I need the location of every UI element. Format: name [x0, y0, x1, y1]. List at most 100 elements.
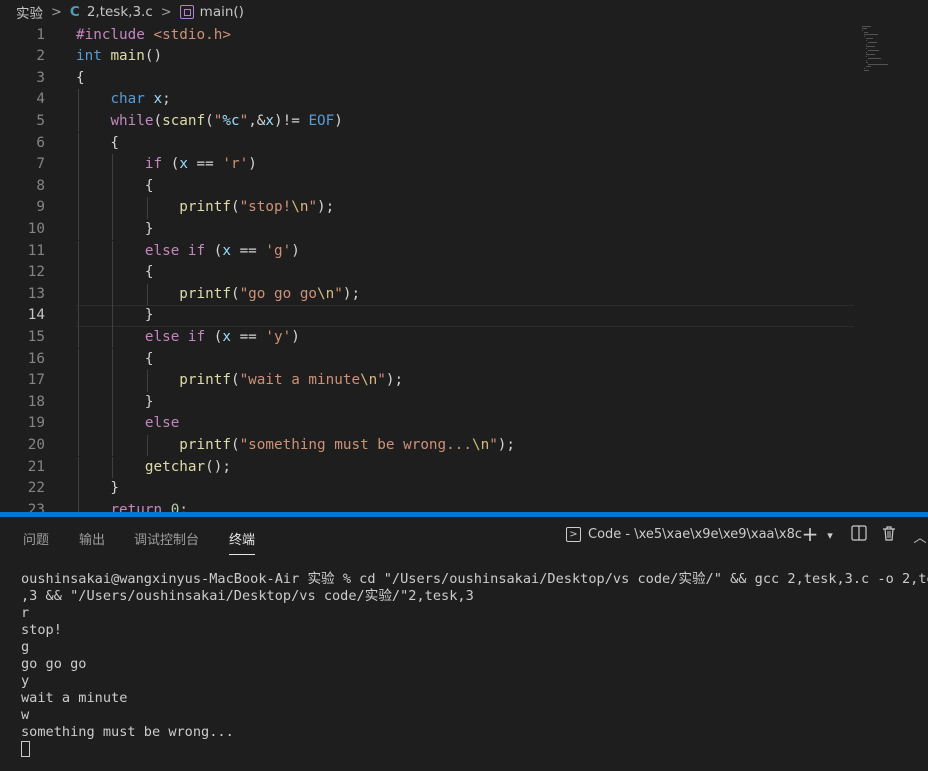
terminal-line: g	[21, 639, 30, 655]
code-editor[interactable]: 1 #include <stdio.h> 2 int main() 3{4 char x…	[0, 24, 928, 512]
code-text: {	[76, 134, 120, 151]
line-number: 21	[27, 458, 45, 475]
code-line[interactable]: 3{	[0, 68, 928, 90]
line-number: 17	[27, 372, 45, 389]
chevron-down-icon[interactable]: ▾	[820, 529, 840, 542]
plus-icon[interactable]: +	[800, 522, 820, 546]
code-line[interactable]: 14 }	[0, 305, 928, 327]
code-text: return 0;	[110, 501, 188, 512]
code-text: {	[76, 350, 154, 367]
code-line[interactable]: 20 printf("something must be wrong...\n"…	[0, 434, 928, 457]
terminal-icon: >	[566, 527, 581, 542]
panel-tabs: 问题 输出 调试控制台 终端 > Code - \xe5\xae\x9e\xe9…	[0, 517, 928, 555]
code-line[interactable]: 12 {	[0, 262, 928, 284]
code-line[interactable]: 4 char x;	[0, 89, 928, 111]
code-text: }	[76, 307, 154, 324]
code-line[interactable]: 1 #include <stdio.h>	[0, 25, 928, 47]
chevron-right-icon: >	[51, 4, 62, 20]
line-number: 20	[27, 436, 45, 453]
line-number: 2	[36, 48, 45, 65]
minimap-line	[866, 56, 867, 58]
code-text: printf("stop!\n");	[179, 199, 335, 216]
code-line[interactable]: 23 return 0;	[0, 499, 928, 512]
terminal-selector[interactable]: > Code - \xe5\xae\x9e\xe9\xaa\x8c	[566, 527, 802, 542]
minimap-line	[866, 48, 867, 50]
terminal-line: wait a minute	[21, 690, 128, 706]
line-number: 4	[36, 91, 45, 108]
code-line[interactable]: 11 else if (x == 'g')	[0, 240, 928, 263]
code-line[interactable]: 6 {	[0, 132, 928, 155]
code-text: else if (x == 'g')	[144, 242, 300, 259]
terminal-line: ,3 && "/Users/oushinsakai/Desktop/vs cod…	[21, 588, 474, 604]
line-number: 18	[27, 393, 45, 410]
code-text: getchar();	[144, 458, 231, 475]
minimap-line	[864, 34, 878, 36]
minimap-line	[866, 40, 867, 42]
code-text: else if (x == 'y')	[144, 328, 300, 345]
code-line[interactable]: 16 {	[0, 348, 928, 371]
breadcrumb: 实验 > C 2,tesk,3.c > main()	[0, 0, 928, 24]
line-number: 10	[27, 220, 45, 237]
line-number: 14	[27, 307, 45, 324]
code-line[interactable]: 7 if (x == 'r')	[0, 154, 928, 176]
code-text: printf("go go go\n");	[179, 285, 361, 302]
code-text: }	[76, 480, 120, 497]
chevron-up-icon[interactable]: ︿	[910, 527, 928, 546]
code-line[interactable]: 10 }	[0, 218, 928, 241]
code-text: while(scanf("%c",&x)!= EOF)	[110, 112, 343, 129]
terminal-line: r	[21, 605, 30, 621]
function-symbol-icon	[179, 5, 194, 19]
code-line[interactable]: 18 }	[0, 391, 928, 414]
line-number: 19	[27, 415, 45, 432]
bottom-panel: 问题 输出 调试控制台 终端 > Code - \xe5\xae\x9e\xe9…	[0, 517, 928, 771]
code-line[interactable]: 21 getchar();	[0, 456, 928, 479]
code-text: {	[76, 69, 85, 86]
code-line[interactable]: 17 printf("wait a minute\n");	[0, 370, 928, 392]
line-number: 1	[36, 26, 45, 43]
code-text: int main()	[76, 48, 163, 65]
terminal-line: stop!	[21, 622, 62, 638]
minimap-line	[868, 50, 879, 52]
minimap-line	[862, 30, 863, 32]
code-text: #include <stdio.h>	[76, 26, 231, 43]
line-number: 22	[27, 480, 45, 497]
code-line[interactable]: 2 int main()	[0, 46, 928, 68]
line-number: 12	[27, 264, 45, 281]
code-line[interactable]: 22 }	[0, 478, 928, 500]
line-number: 7	[36, 156, 45, 173]
line-number: 9	[36, 199, 45, 216]
breadcrumb-symbol[interactable]: main()	[200, 4, 244, 20]
tab-output[interactable]: 输出	[79, 529, 105, 555]
terminal-cursor	[21, 741, 30, 757]
minimap-line	[866, 46, 875, 48]
code-line[interactable]: 15 else if (x == 'y')	[0, 326, 928, 349]
trash-icon[interactable]	[879, 525, 899, 545]
minimap-line	[868, 58, 881, 60]
code-line[interactable]: 5 while(scanf("%c",&x)!= EOF)	[0, 110, 928, 133]
line-number: 16	[27, 350, 45, 367]
code-text: printf("wait a minute\n");	[179, 372, 404, 389]
code-line[interactable]: 9 printf("stop!\n");	[0, 197, 928, 219]
terminal-name: Code - \xe5\xae\x9e\xe9\xaa\x8c	[588, 527, 802, 542]
chevron-right-icon: >	[160, 4, 172, 20]
tab-problems[interactable]: 问题	[23, 529, 49, 555]
code-line[interactable]: 19 else	[0, 413, 928, 435]
code-text: }	[76, 393, 154, 410]
code-text: else	[144, 415, 180, 432]
terminal-line: w	[21, 707, 30, 723]
code-text: char x;	[110, 91, 171, 108]
minimap[interactable]	[858, 24, 918, 84]
breadcrumb-folder[interactable]: 实验	[16, 2, 43, 22]
minimap-line	[868, 42, 877, 44]
terminal-line: y	[21, 673, 30, 689]
tab-debug-console[interactable]: 调试控制台	[134, 529, 199, 555]
breadcrumb-file[interactable]: 2,tesk,3.c	[87, 4, 153, 20]
split-terminal-icon[interactable]	[849, 525, 869, 545]
minimap-line	[864, 36, 865, 38]
terminal-line: something must be wrong...	[21, 724, 234, 740]
code-line[interactable]: 13 printf("go go go\n");	[0, 283, 928, 306]
code-text: {	[76, 264, 154, 281]
code-line[interactable]: 8 {	[0, 175, 928, 198]
terminal-output[interactable]: oushinsakai@wangxinyus-MacBook-Air 实验 % …	[21, 571, 928, 758]
tab-terminal[interactable]: 终端	[229, 529, 256, 555]
